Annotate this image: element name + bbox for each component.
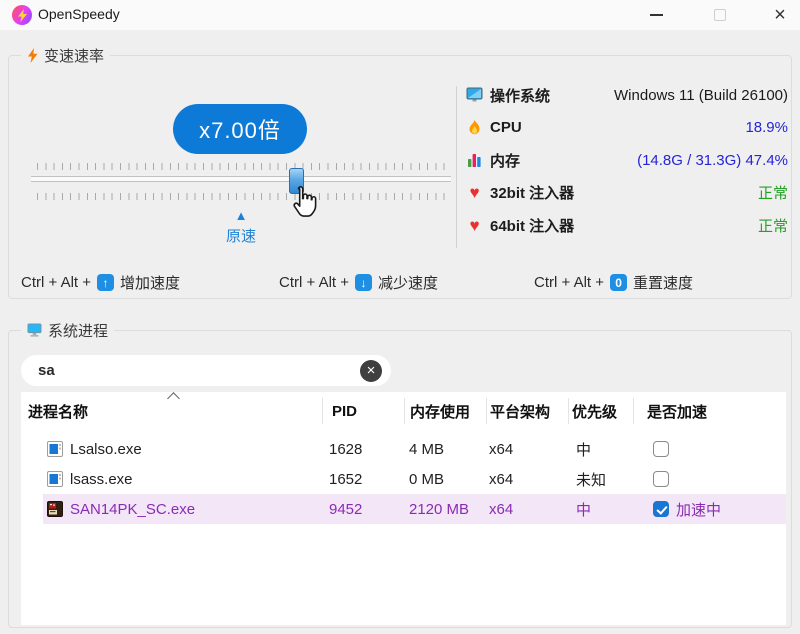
accelerate-checkbox[interactable]: [653, 471, 669, 487]
window-title: OpenSpeedy: [38, 6, 120, 22]
title-bar: OpenSpeedy ×: [0, 0, 800, 30]
slider-track[interactable]: [31, 176, 451, 182]
exe-window-icon: [47, 471, 63, 487]
info-row-memory: 内存 (14.8G / 31.3G) 47.4%: [466, 144, 788, 177]
process-search-box: ×: [21, 355, 391, 386]
column-header-pid[interactable]: PID: [322, 398, 404, 424]
accelerating-label: 加速中: [676, 501, 722, 519]
system-info-panel: 操作系统 Windows 11 (Build 26100) CPU 18.9% …: [466, 79, 788, 242]
speed-rate-group-label: 变速速率: [21, 45, 111, 65]
info-row-cpu: CPU 18.9%: [466, 112, 788, 145]
accelerate-checkbox[interactable]: [653, 441, 669, 457]
close-icon: ×: [774, 4, 786, 26]
process-row-san14pk[interactable]: SAN14PK_SC.exe 9452 2120 MB x64 中 加速中: [21, 494, 786, 524]
slider-ticks-top: [37, 163, 445, 170]
panel-divider: [456, 86, 457, 248]
minimize-icon: [649, 14, 663, 16]
info-row-injector32: ♥ 32bit 注入器 正常: [466, 177, 788, 210]
speed-rate-groupbox: 变速速率 x7.00倍 ▲ 原速 操作系统 Windows 11 (Build …: [8, 45, 792, 299]
hotkey-decrease-speed: Ctrl + Alt + ↓ 减少速度: [279, 274, 439, 292]
table-body: Lsalso.exe 1628 4 MB x64 中 lsass.exe 165…: [21, 434, 786, 524]
cpu-flame-icon: [466, 119, 483, 136]
os-value: Windows 11 (Build 26100): [614, 86, 788, 104]
triangle-up-icon: ▲: [234, 208, 248, 223]
info-row-os: 操作系统 Windows 11 (Build 26100): [466, 79, 788, 112]
zero-key-icon: 0: [610, 274, 628, 291]
process-row-lsass[interactable]: lsass.exe 1652 0 MB x64 未知: [21, 464, 786, 494]
minimize-button[interactable]: [636, 0, 676, 30]
hand-cursor-icon: [287, 186, 317, 223]
column-header-priority[interactable]: 优先级: [568, 398, 633, 424]
memory-value: (14.8G / 31.3G) 47.4%: [637, 151, 788, 169]
info-row-injector64: ♥ 64bit 注入器 正常: [466, 209, 788, 242]
speed-value-badge: x7.00倍: [173, 104, 307, 154]
process-table: 进程名称 PID 内存使用 平台架构 优先级 是否加速 Lsalso.exe 1…: [21, 392, 786, 625]
column-header-arch[interactable]: 平台架构: [486, 398, 568, 424]
column-header-accel[interactable]: 是否加速: [633, 398, 786, 424]
slider-ticks-bottom: [37, 193, 445, 200]
system-process-group-label: 系统进程: [21, 320, 115, 340]
injector32-status: 正常: [757, 185, 788, 203]
hotkey-increase-speed: Ctrl + Alt + ↑ 增加速度: [21, 274, 181, 292]
table-header: 进程名称 PID 内存使用 平台架构 优先级 是否加速: [21, 392, 786, 430]
close-button[interactable]: ×: [760, 0, 800, 30]
system-process-groupbox: 系统进程 × 进程名称 PID 内存使用 平台架构 优先级 是否加速 Lsals…: [8, 320, 792, 628]
process-row-lsalso[interactable]: Lsalso.exe 1628 4 MB x64 中: [21, 434, 786, 464]
heart-icon: ♥: [469, 183, 480, 203]
app-logo-icon: [12, 5, 32, 25]
heart-icon: ♥: [469, 215, 480, 235]
cpu-value: 18.9%: [745, 119, 788, 137]
accelerate-checkbox[interactable]: [653, 501, 669, 517]
arrow-up-key-icon: ↑: [97, 274, 115, 291]
injector64-status: 正常: [757, 217, 788, 235]
os-monitor-icon: [466, 87, 483, 104]
arrow-down-key-icon: ↓: [355, 274, 373, 291]
hotkey-reset-speed: Ctrl + Alt + 0 重置速度: [534, 274, 694, 292]
game-icon: [47, 501, 63, 517]
column-header-memory[interactable]: 内存使用: [404, 398, 486, 424]
computer-icon: [27, 323, 42, 337]
maximize-icon: [714, 9, 726, 21]
clear-search-button[interactable]: ×: [360, 359, 382, 382]
exe-window-icon: [47, 441, 63, 457]
lightning-icon: [28, 47, 38, 63]
memory-bars-icon: [466, 152, 483, 169]
reset-speed-marker[interactable]: ▲ 原速: [223, 209, 259, 246]
maximize-button[interactable]: [700, 0, 740, 30]
search-input[interactable]: [38, 362, 360, 379]
